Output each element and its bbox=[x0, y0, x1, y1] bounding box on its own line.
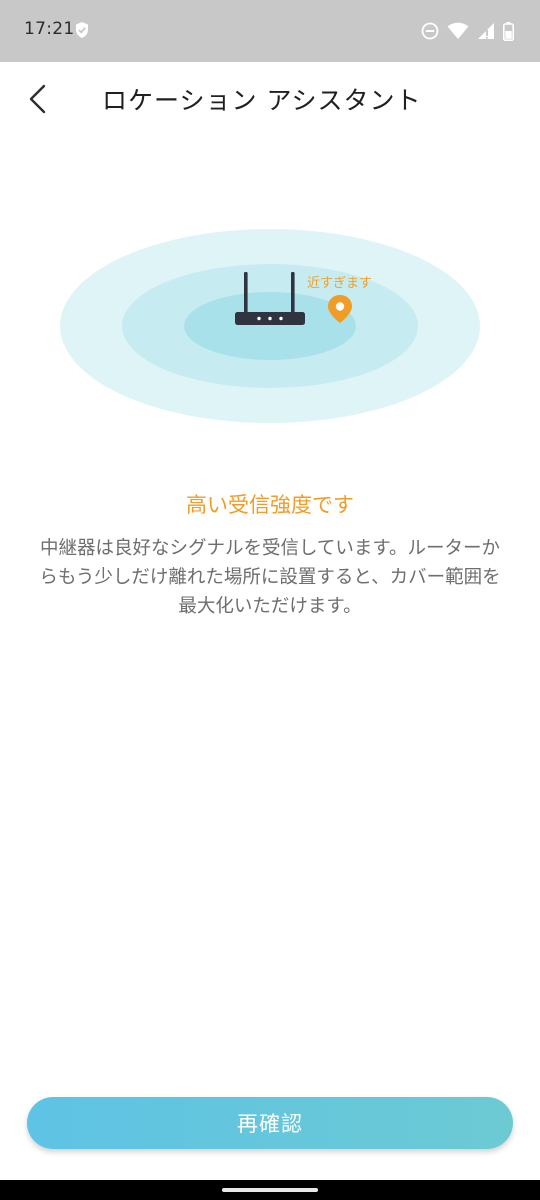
signal-description: 中継器は良好なシグナルを受信しています。ルーターからもう少しだけ離れた場所に設置… bbox=[39, 538, 501, 617]
navigation-bar bbox=[0, 1180, 540, 1200]
chevron-left-icon bbox=[18, 84, 58, 124]
shield-check-icon bbox=[75, 21, 89, 39]
back-button[interactable] bbox=[18, 78, 58, 120]
recheck-button-label: 再確認 bbox=[237, 1112, 303, 1136]
signal-range-illustration bbox=[58, 228, 482, 424]
wifi-icon bbox=[447, 22, 469, 40]
do-not-disturb-icon bbox=[421, 22, 439, 40]
recheck-button[interactable]: 再確認 bbox=[27, 1097, 513, 1149]
cell-signal-icon bbox=[477, 22, 495, 40]
signal-strength-title: 高い受信強度です bbox=[186, 493, 354, 517]
status-icons bbox=[421, 20, 514, 42]
status-time: 17:21 bbox=[24, 19, 75, 39]
status-bar: 17:21 bbox=[0, 0, 540, 62]
too-close-label: 近すぎます bbox=[307, 276, 373, 291]
home-gesture-handle[interactable] bbox=[222, 1188, 318, 1192]
page-title: ロケーション アシスタント bbox=[102, 86, 422, 115]
battery-icon bbox=[503, 21, 514, 41]
screen: 17:21 ロケーション アシスタント 近すぎます 高い受信強度です 中継器は良… bbox=[0, 0, 540, 1200]
app-bar: ロケーション アシスタント bbox=[0, 62, 540, 136]
